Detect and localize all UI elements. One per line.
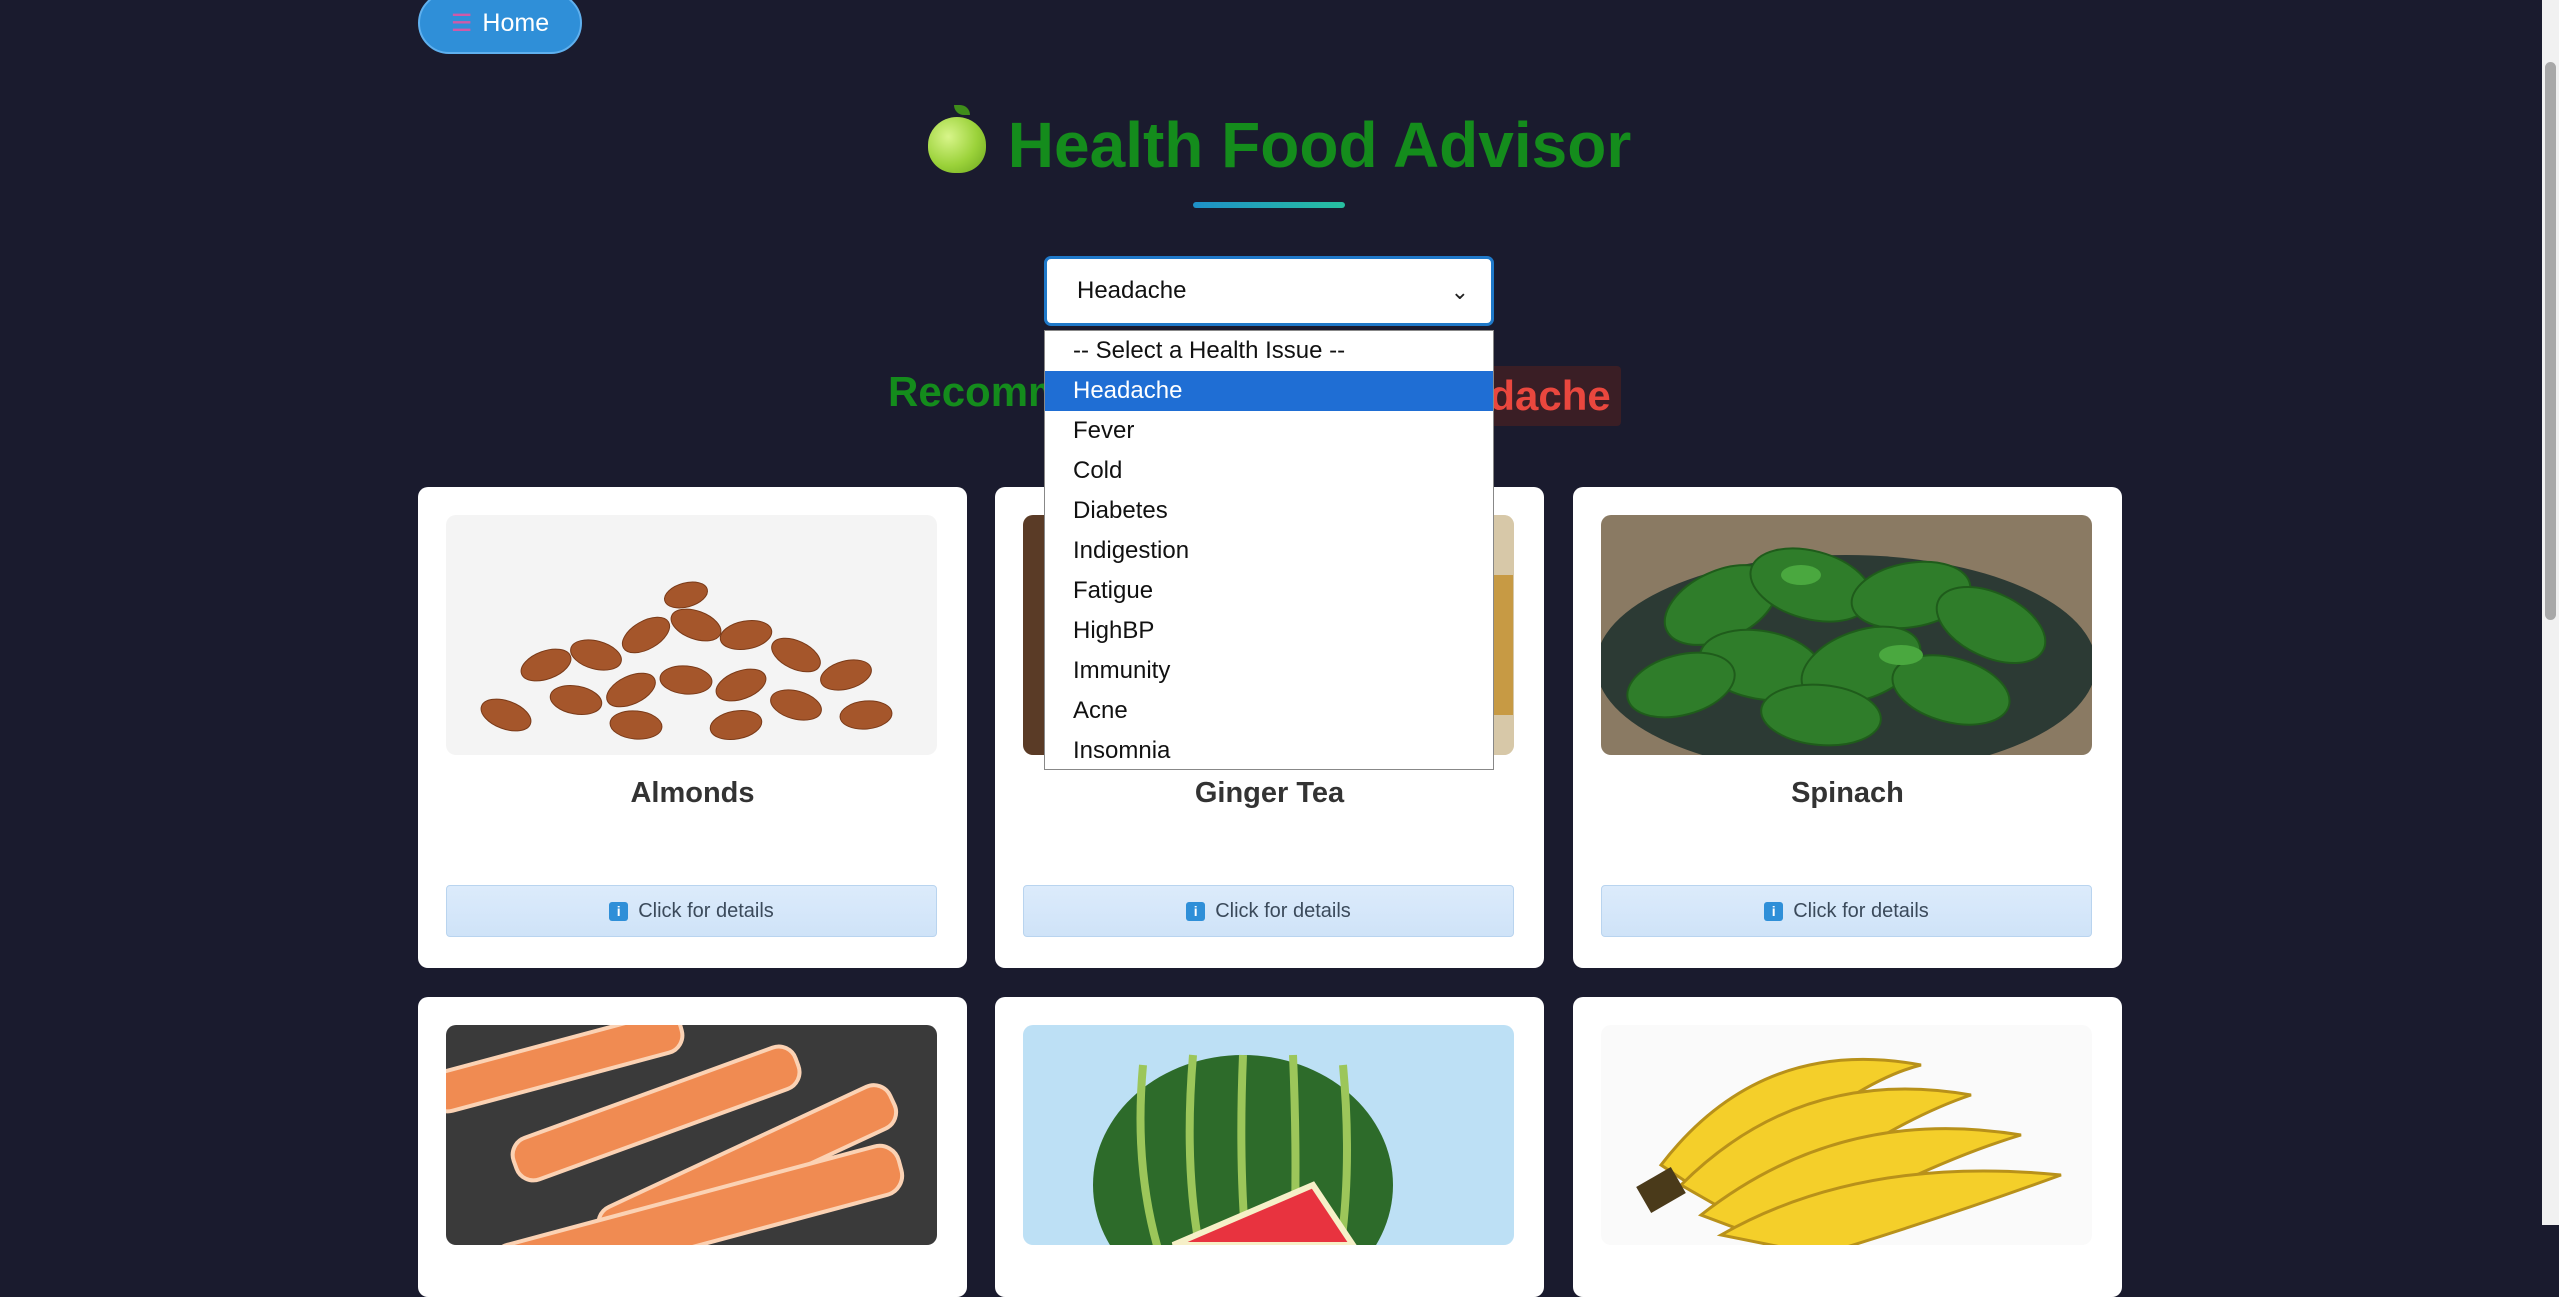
scrollbar-thumb[interactable] (2545, 62, 2556, 620)
salmon-image (446, 1025, 937, 1245)
dropdown-option[interactable]: Immunity (1045, 651, 1493, 691)
dropdown-option[interactable]: -- Select a Health Issue -- (1045, 331, 1493, 371)
page-title-wrap: Health Food Advisor (927, 105, 1632, 182)
home-icon: ☰ (450, 9, 473, 37)
scrollbar[interactable] (2542, 0, 2559, 1225)
details-label: Click for details (638, 899, 774, 922)
health-issue-select[interactable]: Headache ⌄ (1044, 256, 1494, 326)
food-card[interactable] (418, 997, 967, 1297)
spinach-image (1601, 515, 2092, 755)
info-icon: i (609, 901, 629, 921)
details-button[interactable]: i Click for details (1023, 885, 1514, 937)
page-title: Health Food Advisor (1007, 109, 1632, 181)
details-button[interactable]: i Click for details (1601, 885, 2092, 937)
dropdown-option[interactable]: Indigestion (1045, 531, 1493, 571)
dropdown-option[interactable]: Acne (1045, 691, 1493, 731)
select-value: Headache (1077, 277, 1187, 304)
dropdown-option[interactable]: Cold (1045, 451, 1493, 491)
food-card[interactable]: Spinach i Click for details (1573, 487, 2122, 968)
details-label: Click for details (1793, 899, 1929, 922)
dropdown-option[interactable]: Headache (1045, 371, 1493, 411)
banana-image (1601, 1025, 2092, 1245)
info-icon: i (1764, 901, 1784, 921)
food-card[interactable] (995, 997, 1544, 1297)
dropdown-option[interactable]: HighBP (1045, 611, 1493, 651)
dropdown-option[interactable]: Insomnia (1045, 731, 1493, 769)
home-label: Home (482, 8, 550, 37)
details-button[interactable]: i Click for details (446, 885, 937, 937)
health-issue-dropdown[interactable]: -- Select a Health Issue -- Headache Fever… (1044, 330, 1494, 770)
watermelon-image (1023, 1025, 1514, 1245)
almonds-image (446, 515, 937, 755)
title-underline (1193, 202, 1345, 208)
info-icon: i (1186, 901, 1206, 921)
dropdown-option[interactable]: Fatigue (1045, 571, 1493, 611)
dropdown-option[interactable]: Diabetes (1045, 491, 1493, 531)
dropdown-option[interactable]: Fever (1045, 411, 1493, 451)
card-title: Ginger Tea (1194, 777, 1345, 809)
food-card[interactable]: Almonds i Click for details (418, 487, 967, 968)
recommend-heading-prefix: Recomm (888, 368, 1066, 415)
chevron-down-icon: ⌄ (1450, 279, 1469, 304)
apple-icon (927, 105, 986, 173)
card-title: Spinach (1791, 777, 1904, 809)
card-title: Almonds (630, 777, 755, 809)
home-button[interactable]: ☰ Home (418, 0, 582, 54)
food-card[interactable] (1573, 997, 2122, 1297)
details-label: Click for details (1215, 899, 1351, 922)
header: Health Food Advisor (0, 105, 2559, 182)
